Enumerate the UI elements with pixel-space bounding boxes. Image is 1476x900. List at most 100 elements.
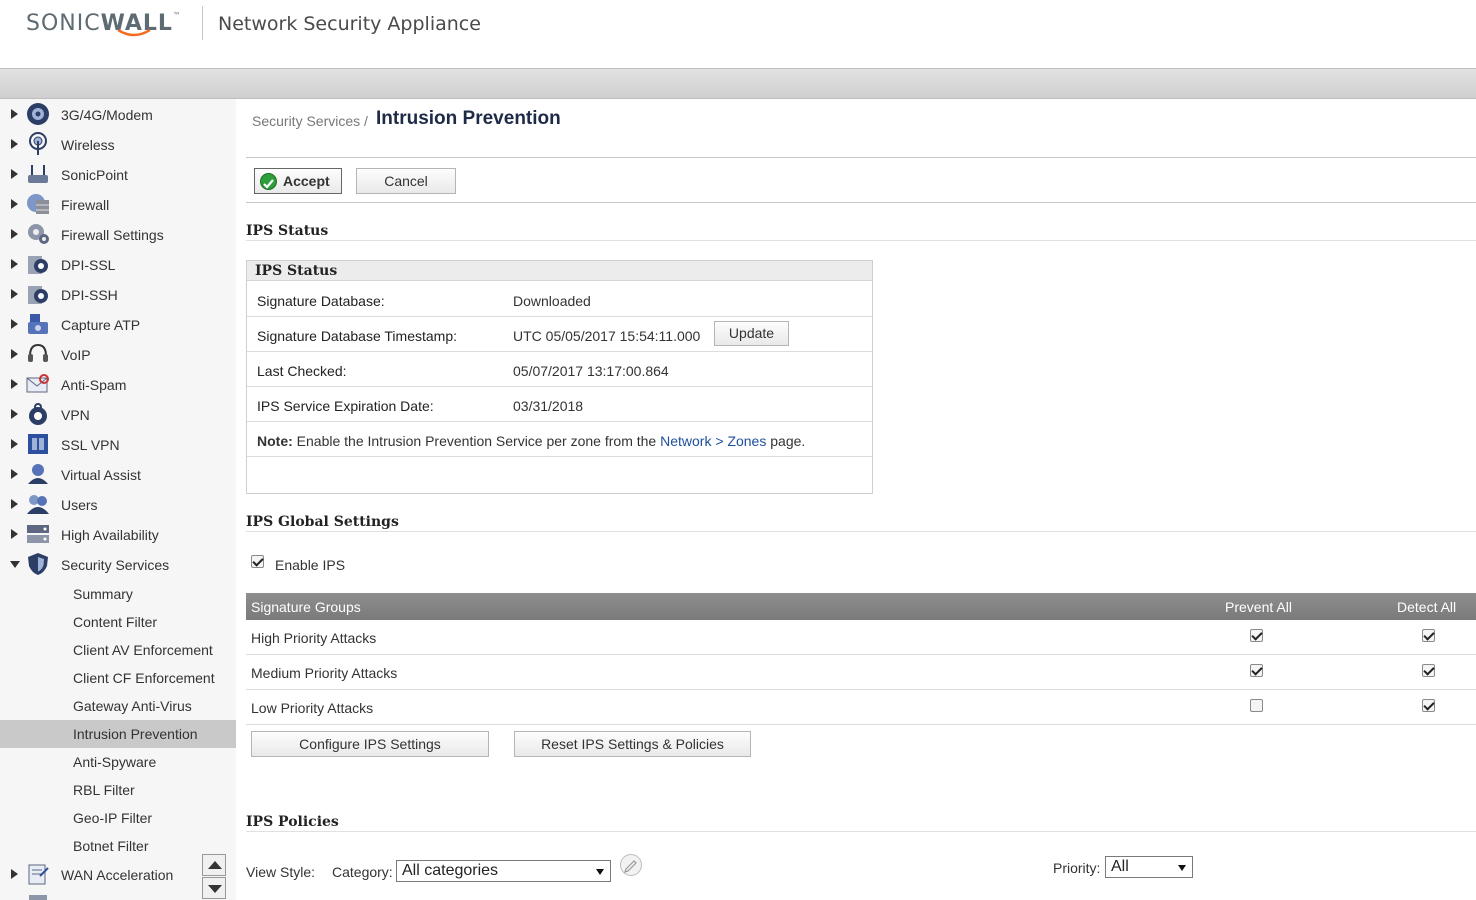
collapse-arrow-icon[interactable] [10,561,20,568]
capture-atp-icon [28,314,48,334]
sidebar-subitem-summary[interactable]: Summary [0,580,236,608]
sidebar-item-sonicpoint[interactable]: SonicPoint [0,160,236,190]
sidebar-subitem-client-av-enforcement[interactable]: Client AV Enforcement [0,636,236,664]
enable-ips-checkbox[interactable] [251,555,264,568]
sidebar-scroll-up-button[interactable] [202,854,226,876]
firewall-icon [27,194,49,214]
sidebar-subitem-label: Content Filter [73,614,158,630]
edit-pencil-icon[interactable] [620,854,642,876]
sidebar-item-high-availability[interactable]: High Availability [0,520,236,550]
partial-nav-icon [29,895,47,900]
expand-arrow-icon[interactable] [11,529,18,539]
breadcrumb[interactable]: Security Services / [252,113,368,129]
sidebar-subitem-label: Summary [73,586,133,602]
sidebar-item-virtual-assist[interactable]: Virtual Assist [0,460,236,490]
sidebar-subitem-label: Anti-Spyware [73,754,157,770]
reset-ips-settings-button[interactable]: Reset IPS Settings & Policies [514,731,751,757]
sidebar-item-dpi-ssl[interactable]: DPI-SSL [0,250,236,280]
sidebar-item-security-services[interactable]: Security Services [0,550,236,580]
expand-arrow-icon[interactable] [11,199,18,209]
expand-arrow-icon[interactable] [11,289,18,299]
sidebar-subitem-botnet-filter[interactable]: Botnet Filter [0,832,236,860]
sidebar-item-capture-atp[interactable]: Capture ATP [0,310,236,340]
sidebar-item-firewall[interactable]: Firewall [0,190,236,220]
zones-link[interactable]: Zones [727,433,766,449]
expand-arrow-icon[interactable] [11,469,18,479]
expand-arrow-icon[interactable] [11,319,18,329]
expiration-date-label: IPS Service Expiration Date: [257,398,434,414]
sidebar-subitem-client-cf-enforcement[interactable]: Client CF Enforcement [0,664,236,692]
signature-timestamp-row: Signature Database Timestamp: UTC 05/05/… [247,317,872,352]
network-link[interactable]: Network [660,433,711,449]
medium-priority-detect-checkbox[interactable] [1422,664,1435,677]
expand-arrow-icon[interactable] [11,409,18,419]
priority-select[interactable]: All [1105,856,1193,878]
expiration-date-value: 03/31/2018 [513,398,584,414]
page-title: Intrusion Prevention [376,108,561,129]
signature-group-label: High Priority Attacks [251,630,377,646]
dpi-ssl-icon [28,256,48,274]
sidebar-item-voip[interactable]: VoIP [0,340,236,370]
sidebar-scroll-down-button[interactable] [202,877,226,899]
sidebar-subitem-label: Gateway Anti-Virus [73,698,192,714]
priority-label: Priority: [1053,860,1101,876]
last-checked-label: Last Checked: [257,363,347,379]
expand-arrow-icon[interactable] [11,869,18,879]
sidebar-item-users[interactable]: Users [0,490,236,520]
sidebar-item-anti-spam[interactable]: Anti-Spam [0,370,236,400]
sidebar-item-partial[interactable] [0,890,236,900]
note-text: Note: Enable the Intrusion Prevention Se… [257,433,805,449]
medium-priority-prevent-checkbox[interactable] [1250,664,1263,677]
sidebar-subitem-rbl-filter[interactable]: RBL Filter [0,776,236,804]
expand-arrow-icon[interactable] [11,169,18,179]
sidebar-subitem-geo-ip-filter[interactable]: Geo-IP Filter [0,804,236,832]
ips-global-divider [246,531,1476,532]
expand-arrow-icon[interactable] [11,439,18,449]
expand-arrow-icon[interactable] [11,259,18,269]
note-end: page. [766,433,806,449]
modem-icon [27,103,49,125]
col-detect-all[interactable]: Detect All [1397,599,1456,615]
sidebar-subitem-content-filter[interactable]: Content Filter [0,608,236,636]
high-priority-detect-checkbox[interactable] [1422,629,1435,642]
sidebar-item-firewall-settings[interactable]: Firewall Settings [0,220,236,250]
category-select[interactable]: All categories [396,860,611,882]
sidebar-item-vpn[interactable]: VPN [0,400,236,430]
update-button[interactable]: Update [714,321,789,346]
sidebar-item-wan-acceleration[interactable]: WAN Acceleration [0,860,236,890]
table-row: Medium Priority Attacks [246,655,1476,690]
expand-arrow-icon[interactable] [11,109,18,119]
app-header: SONICWALL™ Network Security Appliance [0,0,1476,68]
signature-timestamp-value: UTC 05/05/2017 15:54:11.000 [513,328,701,344]
expand-arrow-icon[interactable] [11,349,18,359]
note-separator: > [711,433,728,449]
sidebar-item-label: 3G/4G/Modem [61,107,153,123]
cancel-button[interactable]: Cancel [356,168,456,194]
expand-arrow-icon[interactable] [11,379,18,389]
sidebar-item-wireless[interactable]: Wireless [0,130,236,160]
sidebar-subitem-label: Botnet Filter [73,838,149,854]
sidebar-subitem-gateway-anti-virus[interactable]: Gateway Anti-Virus [0,692,236,720]
col-prevent-all[interactable]: Prevent All [1225,599,1292,615]
sidebar-item-ssl-vpn[interactable]: SSL VPN [0,430,236,460]
chevron-down-icon [1178,865,1186,871]
sidebar-item-3g-4g-modem[interactable]: 3G/4G/Modem [0,100,236,130]
sidebar-subitem-anti-spyware[interactable]: Anti-Spyware [0,748,236,776]
note-bold: Note: [257,433,293,449]
sidebar-item-label: SSL VPN [61,437,120,453]
sidebar-item-label: Security Services [61,557,170,573]
low-priority-prevent-checkbox[interactable] [1250,699,1263,712]
security-shield-icon [28,553,48,575]
configure-ips-settings-button[interactable]: Configure IPS Settings [251,731,489,757]
expand-arrow-icon[interactable] [11,499,18,509]
accept-button[interactable]: Accept [254,168,342,194]
low-priority-detect-checkbox[interactable] [1422,699,1435,712]
sidebar-subitem-intrusion-prevention[interactable]: Intrusion Prevention [0,720,236,748]
sidebar-item-label: Firewall [61,197,110,213]
expand-arrow-icon[interactable] [11,229,18,239]
high-priority-prevent-checkbox[interactable] [1250,629,1263,642]
sidebar-item-dpi-ssh[interactable]: DPI-SSH [0,280,236,310]
arrow-up-icon [208,861,222,869]
expand-arrow-icon[interactable] [11,139,18,149]
sidebar-subitem-label: Geo-IP Filter [73,810,153,826]
